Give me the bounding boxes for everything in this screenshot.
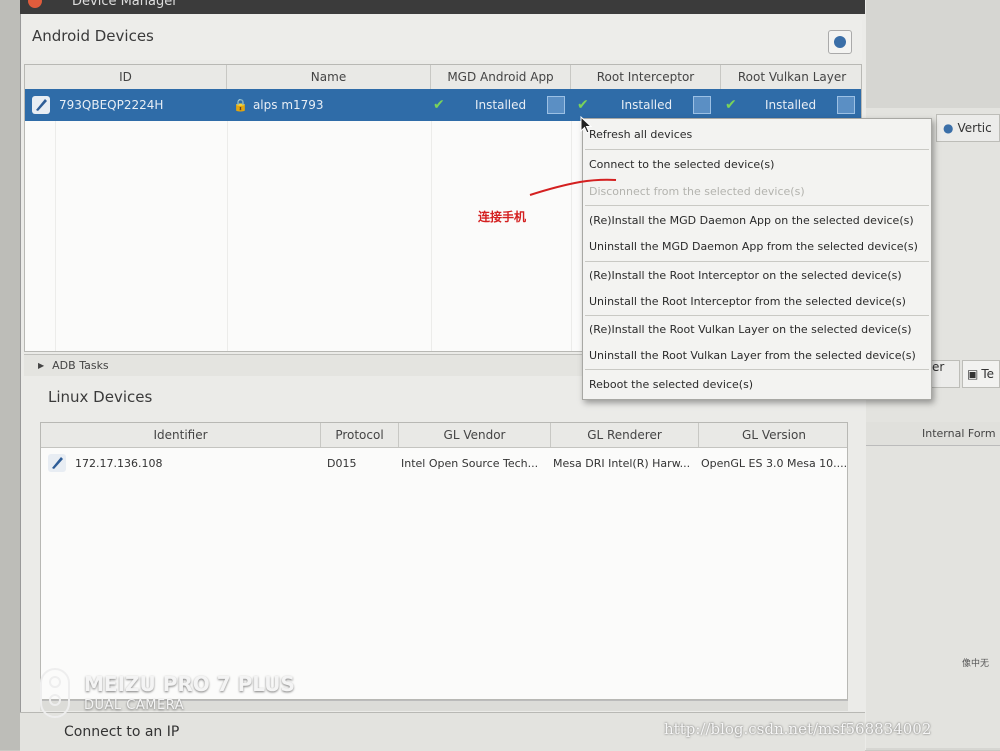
root-interceptor-status: Installed bbox=[621, 98, 673, 112]
camera-sub-watermark: DUAL CAMERA bbox=[84, 698, 185, 713]
linux-device-protocol: D015 bbox=[327, 456, 357, 470]
tab-dot-icon: ● bbox=[943, 121, 954, 135]
mgd-status: Installed bbox=[475, 98, 527, 112]
device-name-cell: 🔒 alps m1793 bbox=[233, 89, 324, 121]
check-icon: ✔ bbox=[433, 97, 445, 113]
url-watermark: http://blog.csdn.net/msf568834002 bbox=[664, 720, 932, 738]
device-name: alps m1793 bbox=[252, 98, 324, 112]
background-column-header: Internal Form bbox=[850, 422, 1000, 446]
linux-devices-title: Linux Devices bbox=[48, 388, 153, 406]
column-header-mgd-app[interactable]: MGD Android App bbox=[431, 65, 571, 89]
android-help-button[interactable] bbox=[828, 30, 852, 54]
menu-separator bbox=[585, 205, 929, 206]
menu-item-refresh[interactable]: Refresh all devices bbox=[589, 123, 692, 145]
linux-device-gl-version: OpenGL ES 3.0 Mesa 10.... bbox=[701, 456, 847, 470]
android-device-row[interactable]: 793QBEQP2224H 🔒 alps m1793 ✔ Installed ✔ … bbox=[25, 89, 861, 121]
menu-item-reboot[interactable]: Reboot the selected device(s) bbox=[589, 373, 753, 395]
linux-device-identifier[interactable]: 172.17.136.108 bbox=[75, 449, 315, 477]
tab-te-label: Te bbox=[981, 367, 995, 381]
background-tab-te[interactable]: ▣ Te bbox=[962, 360, 1000, 388]
menu-separator bbox=[585, 369, 929, 370]
annotation-text: 连接手机 bbox=[478, 210, 527, 224]
lens-icon bbox=[49, 676, 61, 688]
check-icon: ✔ bbox=[725, 97, 737, 113]
linux-device-gl-renderer: Mesa DRI Intel(R) Harw... bbox=[553, 456, 691, 470]
adb-tasks-label: ADB Tasks bbox=[52, 359, 109, 372]
menu-item-install-vulkan[interactable]: (Re)Install the Root Vulkan Layer on the… bbox=[589, 318, 912, 340]
menu-separator bbox=[585, 149, 929, 150]
camera-badge-icon bbox=[40, 668, 70, 718]
connect-to-ip-button[interactable]: Connect to an IP bbox=[64, 724, 179, 740]
linux-devices-table: Identifier Protocol GL Vendor GL Rendere… bbox=[40, 422, 848, 700]
annotation-underline bbox=[529, 178, 617, 196]
root-vulkan-action-button[interactable] bbox=[837, 96, 855, 114]
android-table-header: ID Name MGD Android App Root Interceptor… bbox=[25, 65, 861, 90]
grid-line bbox=[431, 121, 432, 351]
help-icon bbox=[834, 36, 846, 48]
column-header-gl-vendor[interactable]: GL Vendor bbox=[399, 423, 551, 447]
column-header-gl-renderer[interactable]: GL Renderer bbox=[551, 423, 699, 447]
menu-separator bbox=[585, 261, 929, 262]
lock-icon: 🔒 bbox=[233, 98, 248, 112]
menu-item-disconnect[interactable]: Disconnect from the selected device(s) bbox=[589, 180, 805, 202]
menu-item-uninstall-interceptor[interactable]: Uninstall the Root Interceptor from the … bbox=[589, 290, 906, 312]
menu-item-uninstall-vulkan[interactable]: Uninstall the Root Vulkan Layer from the… bbox=[589, 344, 916, 366]
lens-icon bbox=[49, 694, 61, 706]
grid-line bbox=[55, 121, 56, 351]
linux-device-gl-vendor: Intel Open Source Tech... bbox=[401, 456, 539, 470]
column-header-gl-version[interactable]: GL Version bbox=[699, 423, 849, 447]
window-title: Device Manager bbox=[72, 0, 178, 9]
column-header-name[interactable]: Name bbox=[227, 65, 431, 89]
background-tab-vertic[interactable]: ● Vertic bbox=[936, 114, 1000, 142]
device-context-menu: Refresh all devices Connect to the selec… bbox=[582, 118, 932, 400]
column-header-id[interactable]: ID bbox=[25, 65, 227, 89]
column-header-identifier[interactable]: Identifier bbox=[41, 423, 321, 447]
menu-item-install-mgd[interactable]: (Re)Install the MGD Daemon App on the se… bbox=[589, 209, 914, 231]
menu-separator bbox=[585, 315, 929, 316]
tab-vertic-label: Vertic bbox=[957, 121, 992, 135]
menu-item-install-interceptor[interactable]: (Re)Install the Root Interceptor on the … bbox=[589, 264, 902, 286]
android-devices-title: Android Devices bbox=[32, 27, 154, 45]
grid-line bbox=[227, 121, 228, 351]
tab-icon: ▣ bbox=[967, 367, 979, 381]
camera-model-watermark: MEIZU PRO 7 PLUS bbox=[84, 672, 295, 696]
mouse-cursor-icon bbox=[580, 116, 592, 134]
root-vulkan-status: Installed bbox=[765, 98, 817, 112]
menu-item-uninstall-mgd[interactable]: Uninstall the MGD Daemon App from the se… bbox=[589, 235, 918, 257]
background-small-text: 像中无 bbox=[962, 659, 990, 669]
linux-table-header: Identifier Protocol GL Vendor GL Rendere… bbox=[41, 423, 847, 448]
background-left-strip bbox=[0, 0, 20, 750]
grid-line bbox=[571, 121, 572, 351]
column-header-root-interceptor[interactable]: Root Interceptor bbox=[571, 65, 721, 89]
column-header-root-vulkan[interactable]: Root Vulkan Layer bbox=[721, 65, 863, 89]
linux-device-icon bbox=[47, 449, 67, 477]
mgd-action-button[interactable] bbox=[547, 96, 565, 114]
menu-item-connect[interactable]: Connect to the selected device(s) bbox=[589, 153, 774, 175]
android-device-icon bbox=[31, 89, 51, 121]
root-interceptor-action-button[interactable] bbox=[693, 96, 711, 114]
column-header-protocol[interactable]: Protocol bbox=[321, 423, 399, 447]
device-id: 793QBEQP2224H bbox=[59, 98, 164, 112]
expand-arrow-icon: ▶ bbox=[38, 361, 45, 370]
